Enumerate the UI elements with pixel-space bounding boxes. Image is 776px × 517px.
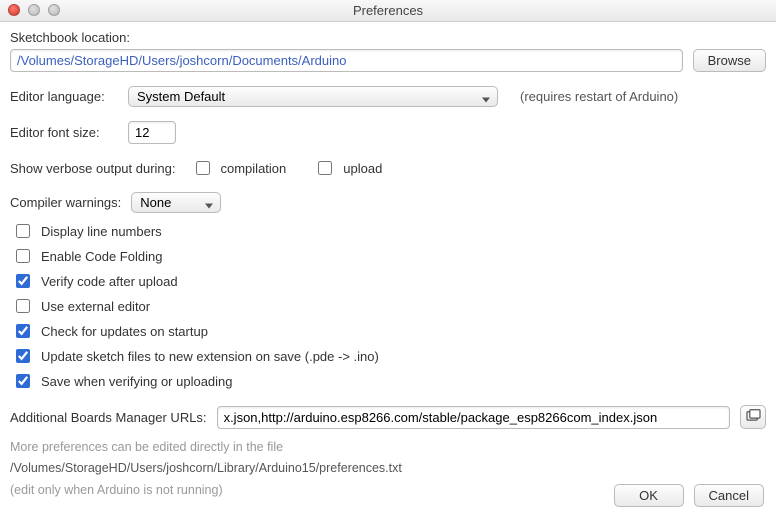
boards-manager-urls-expand-button[interactable] bbox=[740, 405, 766, 429]
titlebar: Preferences bbox=[0, 0, 776, 22]
verbose-compilation-label: compilation bbox=[221, 161, 287, 176]
display-line-numbers-label: Display line numbers bbox=[41, 224, 162, 239]
boards-manager-urls-label: Additional Boards Manager URLs: bbox=[10, 410, 207, 425]
sketchbook-location-label: Sketchbook location: bbox=[10, 30, 130, 45]
ok-button[interactable]: OK bbox=[614, 484, 684, 507]
compiler-warnings-label: Compiler warnings: bbox=[10, 195, 121, 210]
verbose-upload-label: upload bbox=[343, 161, 382, 176]
verify-code-after-upload-label: Verify code after upload bbox=[41, 274, 178, 289]
verbose-compilation-checkbox[interactable] bbox=[196, 161, 210, 175]
display-line-numbers-checkbox[interactable] bbox=[16, 224, 30, 238]
window-stack-icon bbox=[746, 409, 761, 425]
sketchbook-location-input[interactable] bbox=[10, 49, 683, 72]
editor-font-size-label: Editor font size: bbox=[10, 125, 118, 140]
window-minimize-button[interactable] bbox=[28, 4, 40, 16]
check-for-updates-checkbox[interactable] bbox=[16, 324, 30, 338]
check-for-updates-label: Check for updates on startup bbox=[41, 324, 208, 339]
save-when-verifying-label: Save when verifying or uploading bbox=[41, 374, 233, 389]
enable-code-folding-label: Enable Code Folding bbox=[41, 249, 162, 264]
editor-language-label: Editor language: bbox=[10, 89, 118, 104]
verbose-upload-checkbox[interactable] bbox=[318, 161, 332, 175]
window-close-button[interactable] bbox=[8, 4, 20, 16]
use-external-editor-checkbox[interactable] bbox=[16, 299, 30, 313]
browse-button[interactable]: Browse bbox=[693, 49, 766, 72]
footnote-path: /Volumes/StorageHD/Users/joshcorn/Librar… bbox=[10, 458, 766, 479]
boards-manager-urls-input[interactable] bbox=[217, 406, 730, 429]
save-when-verifying-checkbox[interactable] bbox=[16, 374, 30, 388]
verify-code-after-upload-checkbox[interactable] bbox=[16, 274, 30, 288]
enable-code-folding-checkbox[interactable] bbox=[16, 249, 30, 263]
update-sketch-extension-label: Update sketch files to new extension on … bbox=[41, 349, 379, 364]
editor-font-size-input[interactable] bbox=[128, 121, 176, 144]
window-title: Preferences bbox=[353, 3, 423, 18]
editor-language-hint: (requires restart of Arduino) bbox=[520, 89, 678, 104]
verbose-output-label: Show verbose output during: bbox=[10, 161, 176, 176]
update-sketch-extension-checkbox[interactable] bbox=[16, 349, 30, 363]
cancel-button[interactable]: Cancel bbox=[694, 484, 764, 507]
window-zoom-button[interactable] bbox=[48, 4, 60, 16]
compiler-warnings-select[interactable]: None bbox=[131, 192, 221, 213]
use-external-editor-label: Use external editor bbox=[41, 299, 150, 314]
editor-language-select[interactable]: System Default bbox=[128, 86, 498, 107]
footnote-line1: More preferences can be edited directly … bbox=[10, 437, 766, 458]
options-checklist: Display line numbers Enable Code Folding… bbox=[12, 221, 766, 391]
